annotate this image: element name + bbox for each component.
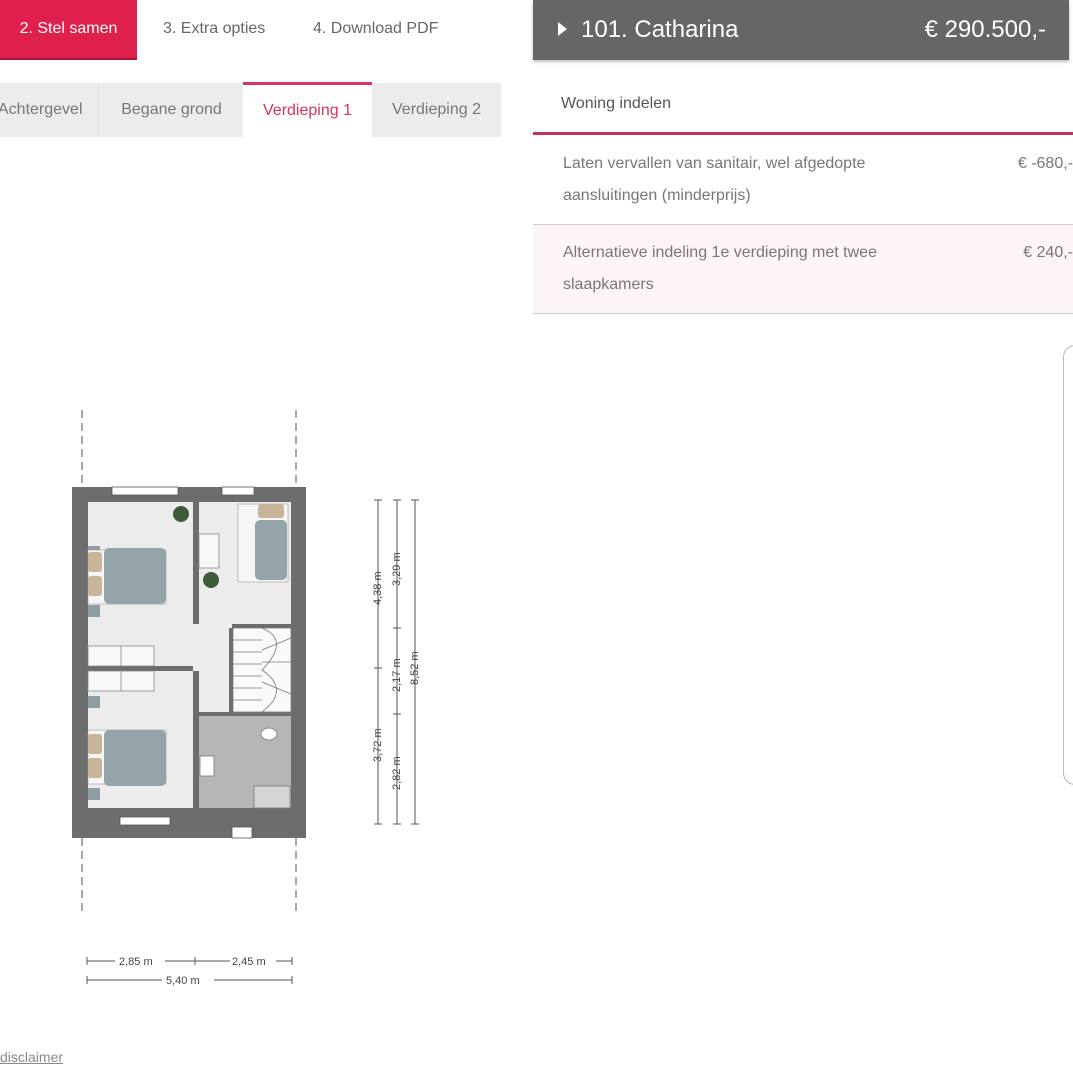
svg-text:3,29 m: 3,29 m bbox=[391, 552, 403, 586]
svg-text:2,85 m: 2,85 m bbox=[119, 956, 153, 968]
option-price: € -680,- bbox=[1017, 155, 1073, 172]
staircase bbox=[232, 627, 292, 713]
svg-text:5,40 m: 5,40 m bbox=[166, 975, 200, 987]
option-row[interactable]: Alternatieve indeling 1e verdieping met … bbox=[533, 225, 1073, 314]
floor-plan: 4,38 m 3,72 m 3,29 m 2,17 m 2,82 m 8,52 … bbox=[72, 410, 421, 987]
dim-total-width: 5,40 bbox=[166, 975, 187, 987]
floor-tabs: Achtergevel Begane grond Verdieping 1 Ve… bbox=[0, 82, 501, 137]
option-label: Alternatieve indeling 1e verdieping met … bbox=[563, 244, 877, 293]
dim-front: 4,38 bbox=[372, 584, 384, 605]
side-panel-edge bbox=[1063, 345, 1073, 785]
dim-unit: m bbox=[143, 956, 152, 968]
step-extra-opties[interactable]: 3. Extra opties bbox=[163, 0, 265, 60]
dim-width-right: 2,45 bbox=[232, 956, 253, 968]
option-price: € 240,- bbox=[1023, 244, 1073, 261]
dim-unit: m bbox=[372, 571, 384, 580]
dim-unit: m bbox=[391, 658, 403, 667]
section-divider bbox=[533, 132, 1073, 135]
dim-width-left: 2,85 bbox=[119, 956, 140, 968]
house-price: € 290.500,- bbox=[924, 16, 1046, 43]
dim-unit: m bbox=[391, 552, 403, 561]
dim-room1: 3,29 bbox=[391, 565, 403, 586]
svg-text:2,82 m: 2,82 m bbox=[391, 756, 403, 790]
step-stel-samen[interactable]: 2. Stel samen bbox=[0, 0, 137, 60]
house-name: 101. Catharina bbox=[581, 16, 739, 43]
section-title: Woning indelen bbox=[561, 95, 672, 112]
house-header[interactable]: 101. Catharina € 290.500,- bbox=[533, 0, 1069, 60]
tab-verdieping-1[interactable]: Verdieping 1 bbox=[243, 82, 372, 137]
svg-text:2,45 m: 2,45 m bbox=[232, 956, 266, 968]
svg-text:4,38 m: 4,38 m bbox=[372, 571, 384, 605]
dim-unit: m bbox=[409, 651, 421, 660]
step-download-pdf[interactable]: 4. Download PDF bbox=[313, 0, 438, 60]
dim-bath: 2,82 bbox=[391, 769, 403, 790]
step-navigation: 2. Stel samen 3. Extra opties 4. Downloa… bbox=[0, 0, 533, 60]
dim-stair: 2,17 bbox=[391, 671, 403, 692]
tab-verdieping-2[interactable]: Verdieping 2 bbox=[372, 83, 501, 137]
svg-text:3,72 m: 3,72 m bbox=[372, 728, 384, 762]
disclaimer-link[interactable]: disclaimer bbox=[0, 1049, 63, 1065]
dim-unit: m bbox=[391, 756, 403, 765]
dim-unit: m bbox=[256, 956, 265, 968]
svg-text:8,52 m: 8,52 m bbox=[409, 651, 421, 685]
option-row[interactable]: Laten vervallen van sanitair, wel afgedo… bbox=[533, 136, 1073, 225]
tab-begane-grond[interactable]: Begane grond bbox=[98, 83, 244, 137]
dim-unit: m bbox=[372, 728, 384, 737]
dim-total-depth: 8,52 bbox=[409, 664, 421, 685]
tab-achtergevel[interactable]: Achtergevel bbox=[0, 83, 98, 137]
bed-single bbox=[237, 503, 289, 583]
play-triangle-icon bbox=[558, 22, 567, 36]
dim-unit: m bbox=[190, 975, 199, 987]
svg-text:2,17 m: 2,17 m bbox=[391, 658, 403, 692]
dim-back: 3,72 bbox=[372, 741, 384, 762]
option-label: Laten vervallen van sanitair, wel afgedo… bbox=[563, 155, 866, 204]
